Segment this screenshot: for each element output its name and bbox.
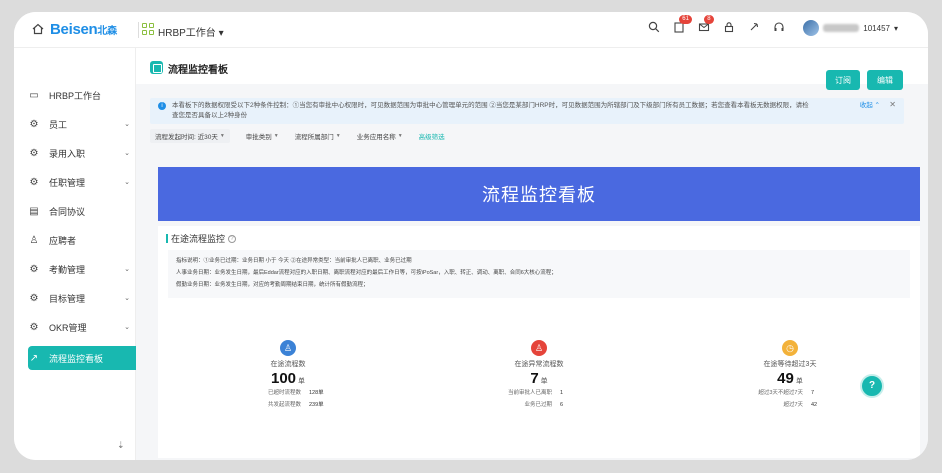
toolbar-icons: 61 8 101457 ▾ bbox=[647, 15, 898, 36]
sidebar-item-applicant[interactable]: ♙ 应聘者 bbox=[28, 228, 132, 252]
brand-logo[interactable]: Beisen北森 bbox=[50, 21, 117, 38]
chevron-down-icon: ⌄ bbox=[124, 295, 130, 302]
person-icon: ♙ bbox=[29, 234, 39, 246]
subscribe-button[interactable]: 订阅 bbox=[826, 70, 860, 90]
headset-icon[interactable] bbox=[772, 21, 786, 35]
filter-department[interactable]: 流程所属部门 ▼ bbox=[295, 131, 341, 141]
chevron-down-icon: ⌄ bbox=[124, 121, 130, 128]
gear-icon: ⚙ bbox=[29, 176, 39, 188]
clock-icon: ◷ bbox=[782, 340, 798, 356]
page-title: 流程监控看板 bbox=[168, 65, 228, 76]
sidebar-item-label: 应聘者 bbox=[49, 235, 77, 246]
workspace-selector[interactable]: HRBP工作台 ▾ bbox=[158, 24, 224, 39]
in-progress-card: 在途流程监控 ? 指标说明：①业务已过期：业务日期 小于 今天 ②在途异常类型：… bbox=[158, 226, 920, 458]
person-icon: ♙ bbox=[280, 340, 296, 356]
chart-icon: ↗ bbox=[29, 352, 39, 364]
collapse-notice-link[interactable]: 收起 ⌃ bbox=[860, 101, 880, 111]
sidebar-item-employee[interactable]: ⚙ 员工 ⌄ bbox=[28, 112, 132, 136]
sidebar-item-label: HRBP工作台 bbox=[49, 90, 102, 101]
metric-waiting[interactable]: ◷ 在途等待超过3天 49 单 超过3天不超过7天 7 超过7天 42 bbox=[730, 340, 850, 411]
sidebar-item-label: 合同协议 bbox=[49, 206, 86, 217]
gear-icon: ⚙ bbox=[29, 321, 39, 333]
person-alert-icon: ♙ bbox=[531, 340, 547, 356]
sidebar-item-label: 任职管理 bbox=[49, 177, 86, 188]
rocket-icon[interactable] bbox=[747, 21, 761, 35]
help-float-button[interactable]: ? bbox=[860, 374, 884, 398]
sidebar: ▭ HRBP工作台 ⚙ 员工 ⌄ ⚙ 录用入职 ⌄ ⚙ 任职管理 ⌄ ▤ 合同协… bbox=[14, 48, 140, 460]
gear-icon: ⚙ bbox=[29, 118, 39, 130]
section-accent bbox=[166, 234, 168, 243]
notice-text: 本看板下的数据权限受以下2种条件控制：①当您有审批中心权限时，可见数据范围为审批… bbox=[172, 102, 809, 119]
search-icon[interactable] bbox=[647, 21, 661, 35]
sidebar-item-okr[interactable]: ⚙ OKR管理 ⌄ bbox=[28, 315, 132, 339]
chevron-down-icon: ⌄ bbox=[124, 324, 130, 331]
lock-icon[interactable] bbox=[722, 21, 736, 35]
avatar bbox=[803, 20, 820, 36]
chevron-down-icon: ⌄ bbox=[124, 150, 130, 157]
metric-description: 指标说明：①业务已过期：业务日期 小于 今天 ②在途异常类型：当前审批人已离职、… bbox=[168, 250, 910, 298]
info-icon: i bbox=[158, 102, 166, 110]
divider bbox=[138, 22, 139, 38]
board-icon bbox=[150, 61, 163, 74]
sidebar-item-onboarding[interactable]: ⚙ 录用入职 ⌄ bbox=[28, 141, 132, 165]
document-icon: ▤ bbox=[29, 205, 39, 217]
chevron-down-icon: ▾ bbox=[893, 23, 898, 33]
filter-approval-type[interactable]: 审批类别 ▼ bbox=[246, 131, 279, 141]
sidebar-item-process-board[interactable]: ↗ 流程监控看板 bbox=[28, 346, 140, 370]
chevron-down-icon: ▼ bbox=[219, 133, 225, 139]
sidebar-item-goal[interactable]: ⚙ 目标管理 ⌄ bbox=[28, 286, 132, 310]
user-menu[interactable]: 101457 ▾ bbox=[803, 20, 898, 36]
chevron-down-icon: ⌄ bbox=[124, 179, 130, 186]
todo-badge: 61 bbox=[679, 15, 692, 24]
app-window: Beisen北森 HRBP工作台 ▾ 61 8 101457 ▾ ▭ HRBP工… bbox=[14, 12, 928, 460]
advanced-filter-link[interactable]: 高级筛选 bbox=[419, 131, 445, 141]
sidebar-item-label: 流程监控看板 bbox=[49, 353, 104, 364]
monitor-icon: ▭ bbox=[29, 89, 39, 101]
apps-grid-icon[interactable] bbox=[142, 23, 154, 35]
filter-bar: 流程发起时间: 近30天 ▼ 审批类别 ▼ 流程所属部门 ▼ 业务应用名称 ▼ 高级筛选 bbox=[150, 128, 445, 144]
metric-in-progress[interactable]: ♙ 在途流程数 100 单 已超时流程数 128单 共发起流程数 239单 bbox=[228, 340, 348, 411]
sidebar-item-label: OKR管理 bbox=[49, 322, 87, 333]
message-icon[interactable]: 8 bbox=[697, 15, 714, 35]
username-blurred bbox=[823, 24, 860, 32]
sidebar-item-hrbp[interactable]: ▭ HRBP工作台 bbox=[28, 83, 132, 107]
dashboard-banner: 流程监控看板 bbox=[158, 167, 920, 221]
sidebar-item-label: 录用入职 bbox=[49, 148, 86, 159]
filter-date[interactable]: 流程发起时间: 近30天 ▼ bbox=[150, 129, 230, 143]
username-suffix: 101457 bbox=[863, 23, 890, 33]
page-header: 流程监控看板 bbox=[136, 48, 928, 84]
filter-business-app[interactable]: 业务应用名称 ▼ bbox=[357, 131, 403, 141]
metric-abnormal[interactable]: ♙ 在途异常流程数 7单 当前审批人已离职 1 业务已过期 6 bbox=[479, 340, 599, 411]
sidebar-item-contract[interactable]: ▤ 合同协议 bbox=[28, 199, 132, 223]
chevron-down-icon: ▼ bbox=[397, 133, 403, 139]
chevron-down-icon: ▼ bbox=[335, 133, 341, 139]
sidebar-item-label: 考勤管理 bbox=[49, 264, 86, 275]
sidebar-item-attendance[interactable]: ⚙ 考勤管理 ⌄ bbox=[28, 257, 132, 281]
edit-button[interactable]: 编辑 bbox=[867, 70, 903, 90]
help-circle-icon[interactable]: ? bbox=[228, 234, 237, 243]
sidebar-item-label: 员工 bbox=[49, 119, 68, 130]
todo-icon[interactable]: 61 bbox=[672, 15, 692, 35]
home-icon[interactable] bbox=[32, 23, 44, 35]
gear-icon: ⚙ bbox=[29, 292, 39, 304]
sidebar-item-position[interactable]: ⚙ 任职管理 ⌄ bbox=[28, 170, 132, 194]
permission-notice: i 本看板下的数据权限受以下2种条件控制：①当您有审批中心权限时，可见数据范围为… bbox=[150, 98, 904, 124]
sidebar-item-label: 目标管理 bbox=[49, 293, 86, 304]
chevron-down-icon: ▼ bbox=[273, 133, 279, 139]
chevron-down-icon: ⌄ bbox=[124, 266, 130, 273]
close-icon[interactable]: ✕ bbox=[889, 100, 896, 110]
gear-icon: ⚙ bbox=[29, 147, 39, 159]
collapse-sidebar-icon[interactable]: ⇣ bbox=[117, 440, 125, 451]
banner-title: 流程监控看板 bbox=[482, 185, 596, 205]
gear-icon: ⚙ bbox=[29, 263, 39, 275]
top-bar: Beisen北森 HRBP工作台 ▾ 61 8 101457 ▾ bbox=[14, 12, 928, 48]
section-title: 在途流程监控 ? bbox=[166, 232, 237, 245]
message-badge: 8 bbox=[704, 15, 714, 24]
